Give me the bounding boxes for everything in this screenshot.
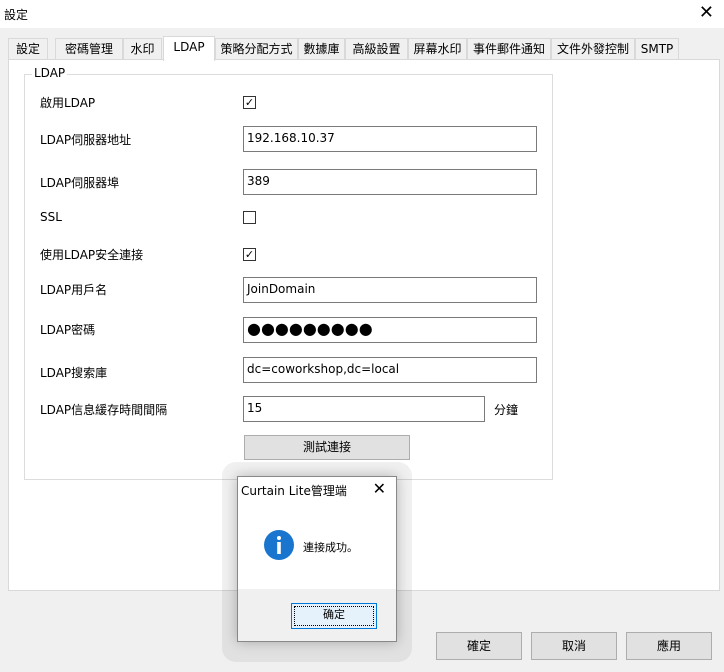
tab-advanced-settings[interactable]: 高級設置	[345, 38, 408, 60]
checkmark-icon: ✓	[244, 96, 255, 109]
password-input[interactable]: ●●●●●●●●●	[243, 317, 537, 343]
search-base-label: LDAP搜索庫	[40, 366, 108, 380]
info-icon	[264, 530, 294, 560]
search-base-input[interactable]: dc=coworkshop,dc=local	[243, 357, 537, 383]
dialog-ok-button[interactable]: 确定	[291, 603, 377, 629]
checkmark-icon: ✓	[244, 248, 255, 261]
username-input[interactable]: JoinDomain	[243, 277, 537, 303]
apply-button[interactable]: 應用	[626, 632, 712, 660]
server-address-label: LDAP伺服器地址	[40, 133, 132, 147]
window-titlebar: 設定 ✕	[0, 0, 724, 28]
username-label: LDAP用戶名	[40, 283, 108, 297]
ok-button[interactable]: 確定	[436, 632, 522, 660]
test-connection-button[interactable]: 測試連接	[244, 435, 410, 460]
dialog-close-button[interactable]: ✕	[373, 480, 386, 498]
enable-ldap-checkbox[interactable]: ✓	[243, 96, 256, 109]
ssl-checkbox[interactable]	[243, 211, 256, 224]
dialog-title: Curtain Lite管理端	[241, 484, 347, 498]
tab-password-management[interactable]: 密碼管理	[55, 38, 123, 60]
ldap-group-label: LDAP	[32, 66, 68, 80]
tab-watermark[interactable]: 水印	[123, 38, 162, 60]
tab-settings[interactable]: 設定	[8, 38, 48, 60]
secure-connection-checkbox[interactable]: ✓	[243, 248, 256, 261]
cache-interval-input[interactable]: 15	[243, 396, 485, 422]
tab-database[interactable]: 數據庫	[298, 38, 345, 60]
message-dialog: Curtain Lite管理端 ✕ 連接成功。 确定	[237, 476, 397, 642]
window-close-button[interactable]: ✕	[699, 3, 714, 23]
password-label: LDAP密碼	[40, 323, 96, 337]
tab-event-email-notification[interactable]: 事件郵件通知	[467, 38, 551, 60]
tab-file-outgoing-control[interactable]: 文件外發控制	[551, 38, 635, 60]
tab-smtp[interactable]: SMTP	[635, 38, 679, 60]
cancel-button[interactable]: 取消	[531, 632, 617, 660]
tab-ldap[interactable]: LDAP	[163, 36, 215, 61]
dialog-message: 連接成功。	[303, 541, 358, 554]
tab-policy-assignment[interactable]: 策略分配方式	[215, 38, 298, 60]
server-port-input[interactable]: 389	[243, 169, 537, 195]
server-address-input[interactable]: 192.168.10.37	[243, 126, 537, 152]
ssl-label: SSL	[40, 210, 62, 224]
secure-connection-label: 使用LDAP安全連接	[40, 248, 144, 262]
focus-rectangle	[294, 606, 374, 626]
window-title: 設定	[4, 8, 29, 22]
settings-tabs: 設定 密碼管理 水印 LDAP 策略分配方式 數據庫 高級設置 屏幕水印 事件郵…	[8, 36, 720, 61]
cache-interval-label: LDAP信息緩存時間間隔	[40, 403, 168, 417]
enable-ldap-label: 啟用LDAP	[40, 96, 96, 110]
cache-interval-unit: 分鐘	[494, 403, 519, 417]
server-port-label: LDAP伺服器埠	[40, 176, 120, 190]
tab-screen-watermark[interactable]: 屏幕水印	[408, 38, 467, 60]
